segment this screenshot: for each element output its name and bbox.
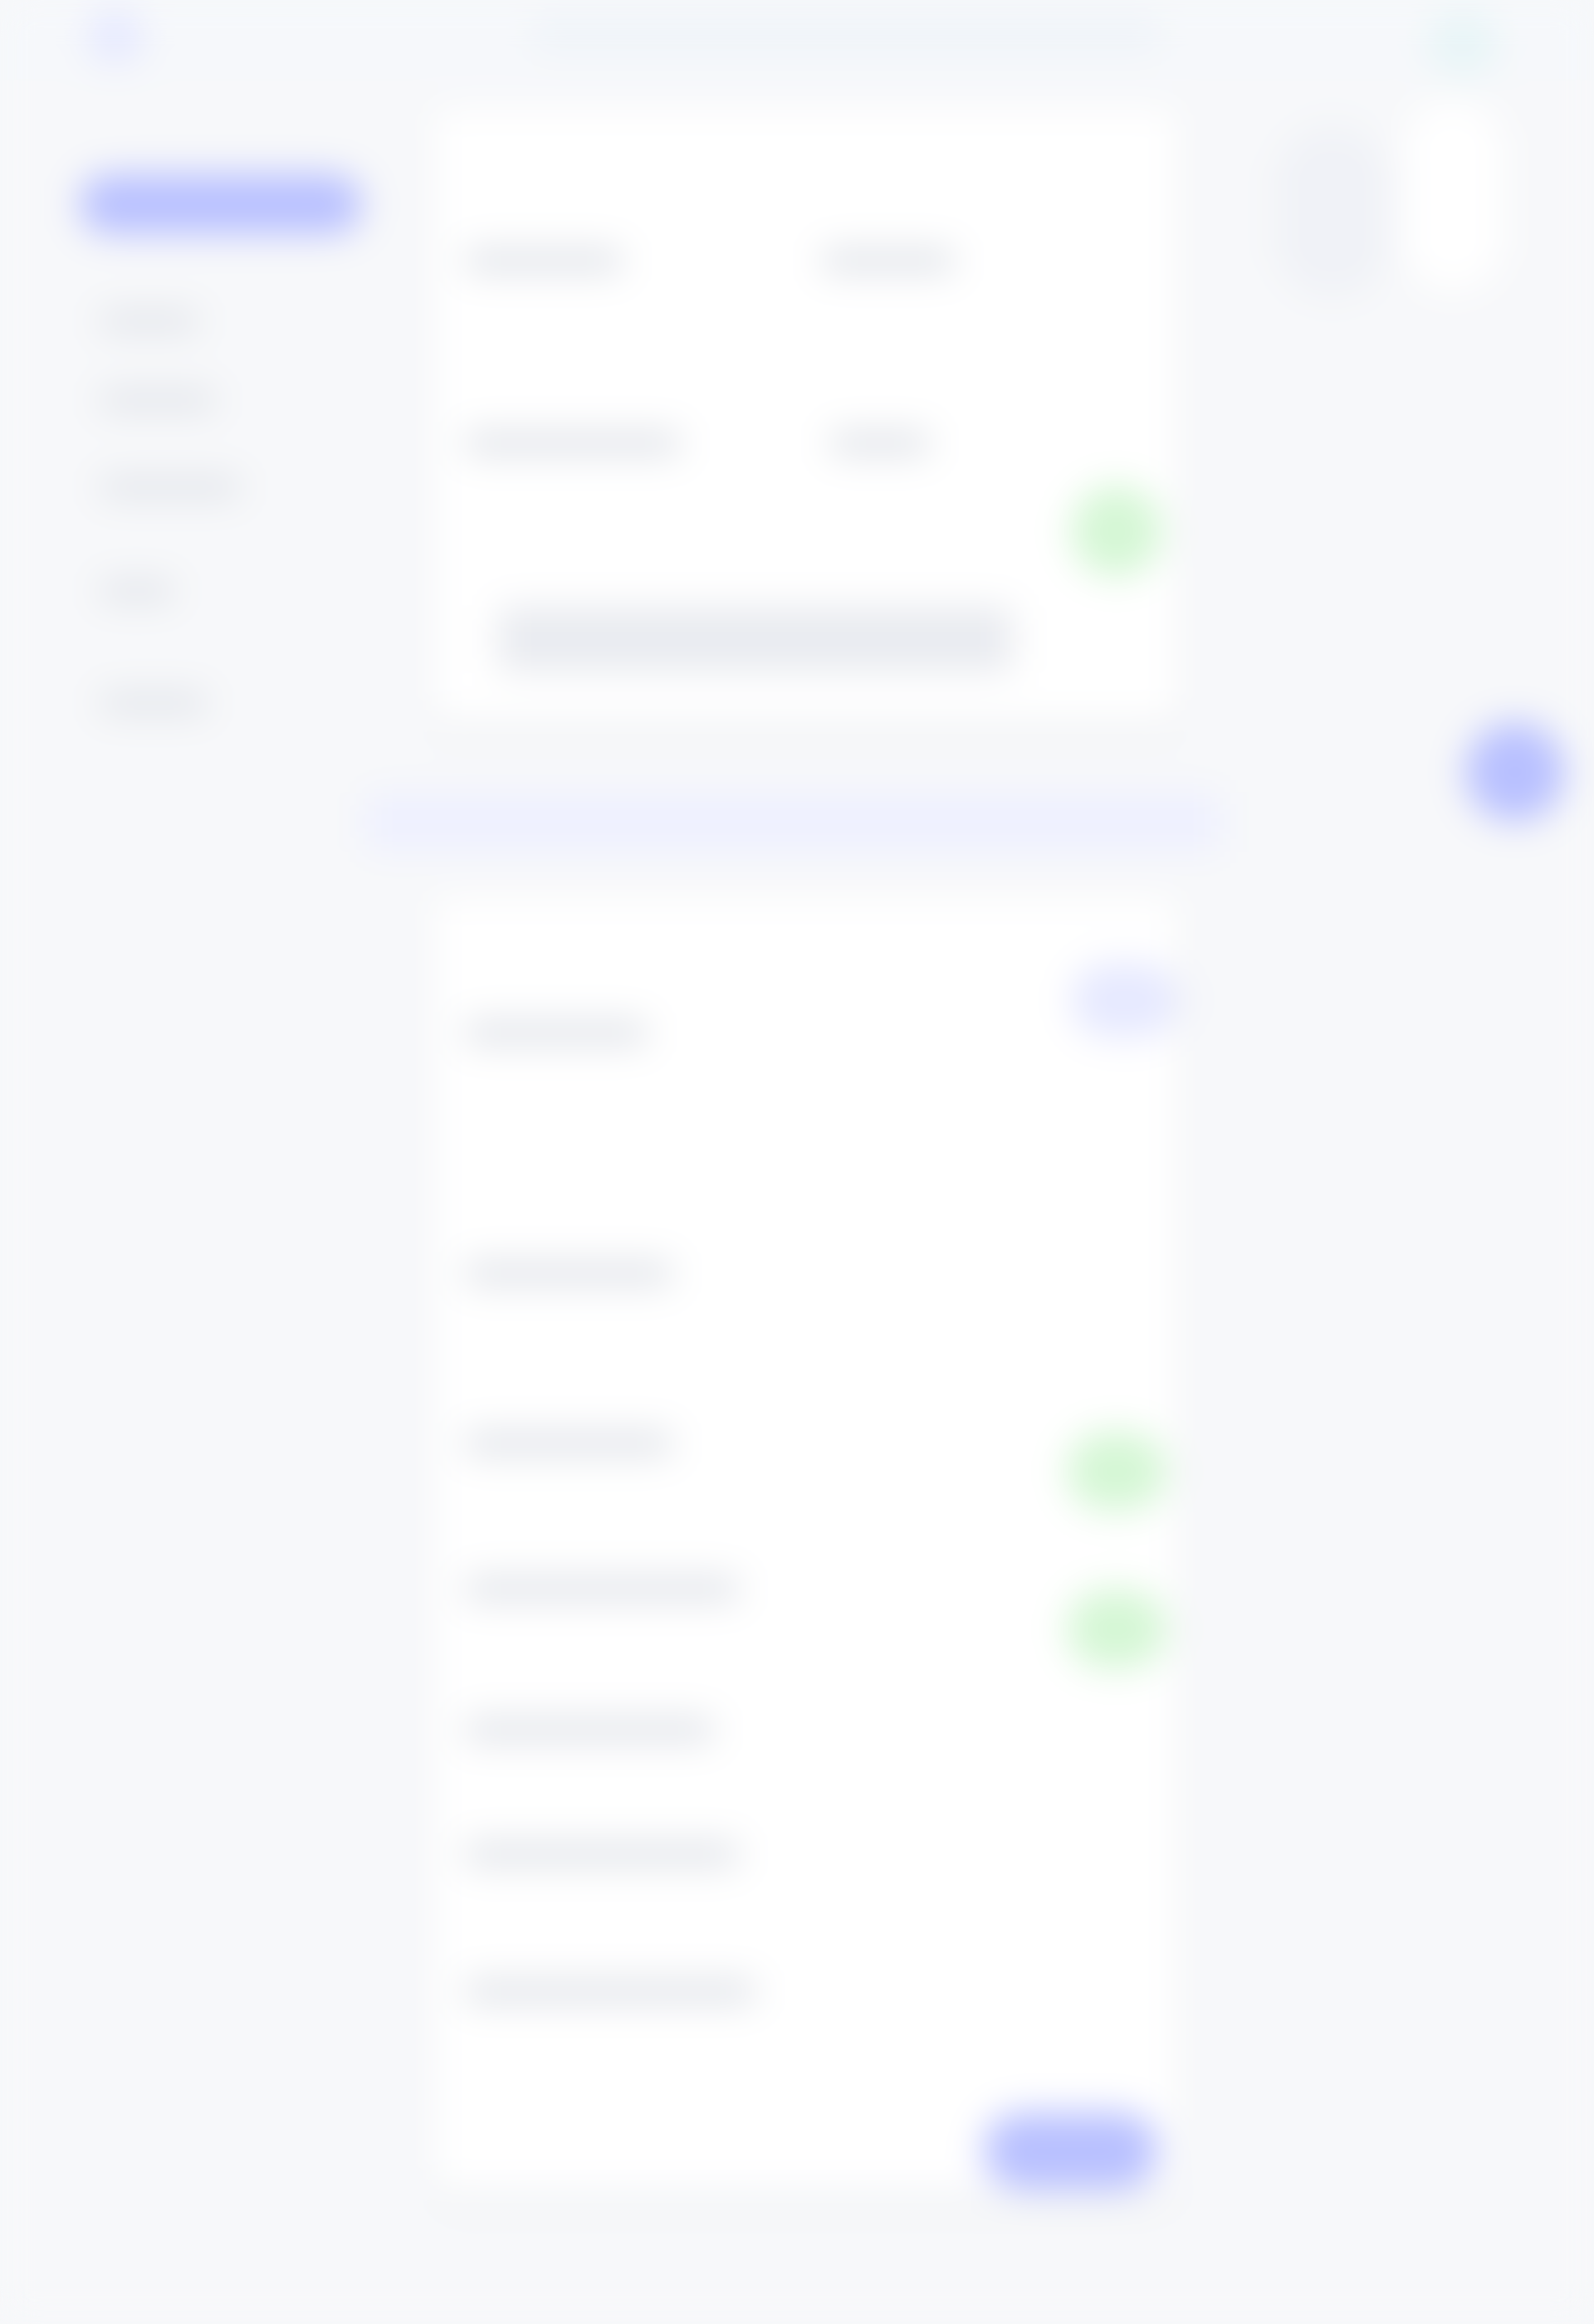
right-side-badge (1403, 100, 1503, 290)
details-section-6 (465, 1843, 739, 1866)
summary-row-c (498, 606, 1013, 672)
floating-action-button[interactable] (1465, 722, 1565, 822)
summary-row-b (830, 432, 930, 455)
page-blurred-surface (0, 0, 1594, 2324)
app-logo-icon (87, 8, 144, 65)
right-top-pill (1274, 124, 1391, 299)
profile-avatar[interactable] (1428, 8, 1498, 78)
right-column (1220, 80, 1594, 2324)
sidebar-item-4[interactable] (100, 581, 174, 601)
details-status-b[interactable] (1067, 1589, 1166, 1668)
details-section-1 (465, 1021, 648, 1044)
primary-button[interactable] (984, 2112, 1158, 2189)
details-section-4 (465, 1577, 739, 1600)
sidebar-item-1[interactable] (100, 311, 199, 331)
details-section-7 (465, 1980, 755, 2003)
details-action-button[interactable] (1071, 963, 1179, 1038)
sidebar-item-5[interactable] (100, 693, 208, 713)
details-section-5 (465, 1718, 714, 1741)
summary-row-a (465, 432, 681, 455)
summary-status-button[interactable] (1071, 486, 1162, 577)
banner (365, 793, 1229, 851)
sidebar (0, 80, 407, 2324)
details-section-2 (465, 1262, 672, 1285)
details-status-a[interactable] (1067, 1432, 1166, 1511)
search-input[interactable] (531, 17, 1162, 50)
details-section-3 (465, 1432, 672, 1455)
sidebar-active-item[interactable] (80, 174, 362, 234)
sidebar-item-2[interactable] (100, 390, 216, 410)
summary-meta-right (822, 249, 955, 272)
sidebar-item-3[interactable] (100, 477, 241, 497)
summary-meta-left (465, 249, 623, 272)
